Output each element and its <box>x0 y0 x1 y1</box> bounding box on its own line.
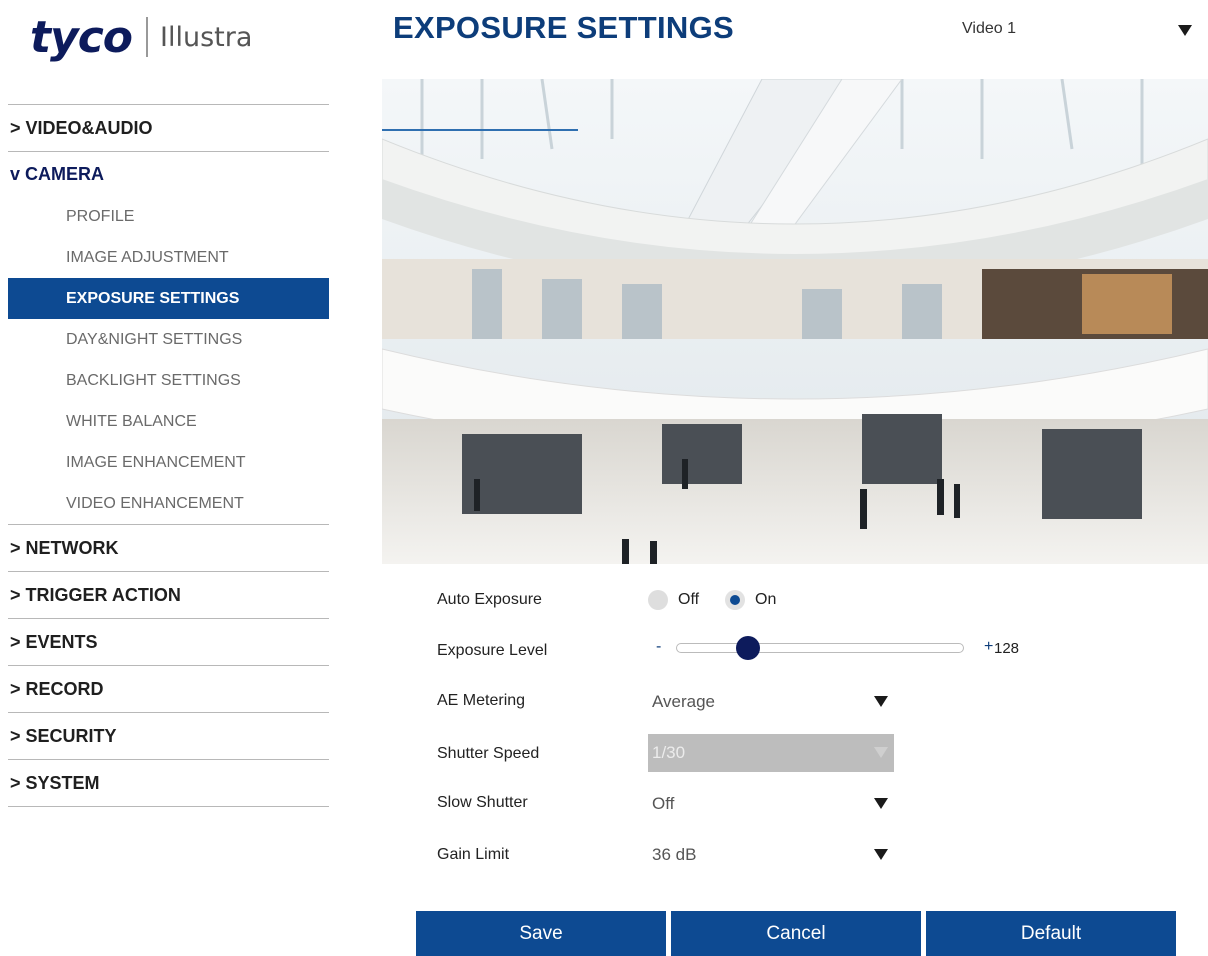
sidebar-item-image-enhancement[interactable]: IMAGE ENHANCEMENT <box>8 442 329 483</box>
slow-shutter-label: Slow Shutter <box>437 794 528 811</box>
divider <box>8 806 329 807</box>
auto-exposure-on-radio[interactable]: On <box>725 590 776 610</box>
gain-limit-select[interactable]: 36 dB <box>648 836 894 874</box>
video-stream-select[interactable]: Video 1 <box>962 14 1202 44</box>
sidebar-section-record[interactable]: > RECORD <box>8 666 329 712</box>
chevron-down-icon <box>874 696 888 707</box>
sidebar-section-network[interactable]: > NETWORK <box>8 525 329 571</box>
shutter-speed-value: 1/30 <box>652 743 686 762</box>
logo-divider <box>146 17 149 57</box>
sidebar-item-day-night-settings[interactable]: DAY&NIGHT SETTINGS <box>8 319 329 360</box>
sidebar-item-backlight-settings[interactable]: BACKLIGHT SETTINGS <box>8 360 329 401</box>
sidebar-section-trigger-action[interactable]: > TRIGGER ACTION <box>8 572 329 618</box>
sidebar-section-camera[interactable]: v CAMERA <box>8 152 329 196</box>
ae-metering-select[interactable]: Average <box>648 683 894 721</box>
sidebar-section-video-audio[interactable]: > VIDEO&AUDIO <box>8 105 329 151</box>
ae-metering-label: AE Metering <box>437 692 526 709</box>
live-video-preview <box>382 79 1208 564</box>
save-button[interactable]: Save <box>416 911 666 956</box>
exposure-level-slider-track[interactable] <box>676 643 964 653</box>
sidebar-item-image-adjustment[interactable]: IMAGE ADJUSTMENT <box>8 237 329 278</box>
video-stream-value: Video 1 <box>962 20 1016 37</box>
ae-metering-value: Average <box>652 692 716 711</box>
radio-off-icon <box>648 590 668 610</box>
slider-plus-sign: + <box>984 638 994 655</box>
slider-minus-sign: - <box>656 638 662 655</box>
cancel-button[interactable]: Cancel <box>671 911 921 956</box>
logo: tyco Illustra <box>30 8 252 66</box>
logo-product: Illustra <box>160 21 253 53</box>
auto-exposure-off-radio[interactable]: Off <box>648 590 699 610</box>
sidebar-section-security[interactable]: > SECURITY <box>8 713 329 759</box>
chevron-down-icon <box>874 747 888 758</box>
logo-brand: tyco <box>30 11 133 63</box>
radio-on-icon <box>725 590 745 610</box>
sidebar-item-exposure-settings[interactable]: EXPOSURE SETTINGS <box>8 278 329 319</box>
exposure-level-slider-handle[interactable] <box>736 636 760 660</box>
sidebar-section-system[interactable]: > SYSTEM <box>8 760 329 806</box>
auto-exposure-off-label: Off <box>678 591 700 608</box>
gain-limit-value: 36 dB <box>652 845 697 864</box>
sidebar-item-profile[interactable]: PROFILE <box>8 196 329 237</box>
exposure-level-label: Exposure Level <box>437 642 548 659</box>
sidebar-item-white-balance[interactable]: WHITE BALANCE <box>8 401 329 442</box>
default-button[interactable]: Default <box>926 911 1176 956</box>
slow-shutter-select[interactable]: Off <box>648 785 894 823</box>
exposure-level-value: 128 <box>994 640 1020 657</box>
page-title: EXPOSURE SETTINGS <box>393 10 734 45</box>
sidebar-section-events[interactable]: > EVENTS <box>8 619 329 665</box>
shutter-speed-label: Shutter Speed <box>437 745 540 762</box>
sidebar-nav: > VIDEO&AUDIO v CAMERA PROFILE IMAGE ADJ… <box>8 104 329 807</box>
shutter-speed-select: 1/30 <box>648 734 894 772</box>
slow-shutter-value: Off <box>652 794 675 813</box>
sidebar-item-video-enhancement[interactable]: VIDEO ENHANCEMENT <box>8 483 329 524</box>
chevron-down-icon <box>874 849 888 860</box>
gain-limit-label: Gain Limit <box>437 846 510 863</box>
chevron-down-icon <box>1178 25 1192 36</box>
camera-scene-image <box>382 79 1208 564</box>
chevron-down-icon <box>874 798 888 809</box>
auto-exposure-label: Auto Exposure <box>437 591 542 608</box>
auto-exposure-on-label: On <box>755 591 777 608</box>
